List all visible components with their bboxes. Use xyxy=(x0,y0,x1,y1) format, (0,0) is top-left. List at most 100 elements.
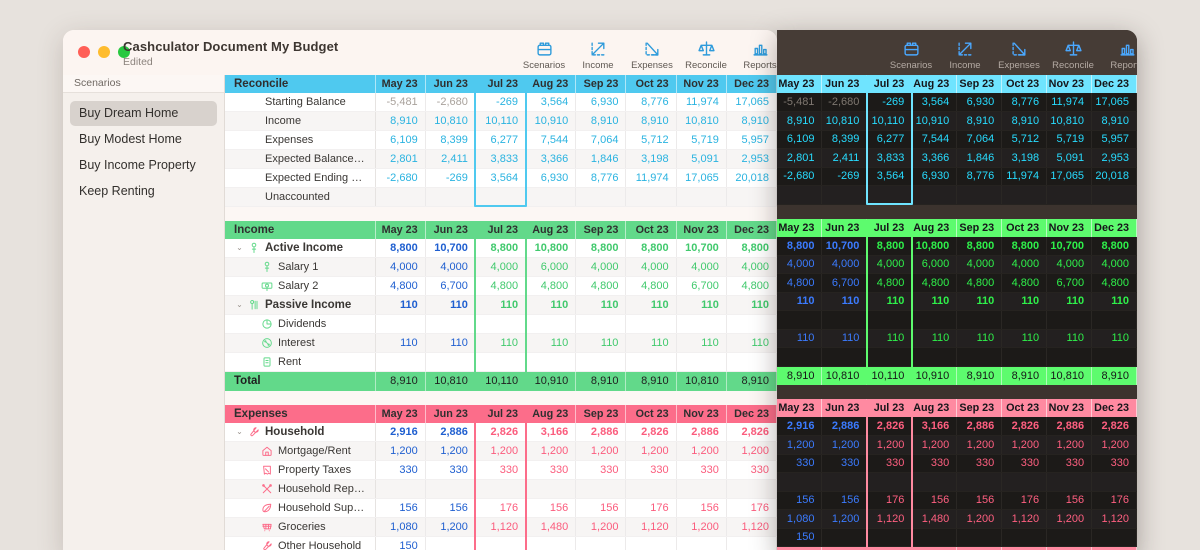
cell-jul-23[interactable]: 10,110 xyxy=(866,111,913,131)
column-header-nov-23[interactable]: Nov 23 xyxy=(1046,399,1093,417)
cell-may-23[interactable]: -5,481 xyxy=(777,93,823,112)
column-header-dec-23[interactable]: Dec 23 xyxy=(726,221,777,239)
cell-jul-23[interactable]: 3,564 xyxy=(866,167,913,186)
cell-jun-23[interactable]: 1,200 xyxy=(821,435,868,455)
table-row[interactable] xyxy=(777,185,1137,205)
cell-oct-23[interactable]: 11,974 xyxy=(1001,167,1048,186)
cell-jul-23[interactable]: 4,800 xyxy=(475,276,527,296)
cell-nov-23[interactable] xyxy=(1046,472,1093,492)
column-header-aug-23[interactable]: Aug 23 xyxy=(525,404,577,423)
cell-dec-23[interactable]: 2,826 xyxy=(1091,417,1137,436)
column-header-oct-23[interactable]: Oct 23 xyxy=(625,404,677,423)
cell-dec-23[interactable]: 110 xyxy=(1091,329,1137,348)
cell-may-23[interactable]: 2,801 xyxy=(777,148,823,168)
cell-sep-23[interactable] xyxy=(575,536,627,550)
cell-aug-23[interactable]: 110 xyxy=(911,292,958,311)
column-header-oct-23[interactable]: Oct 23 xyxy=(1001,75,1048,93)
cell-nov-23[interactable]: 110 xyxy=(1046,329,1093,348)
toolbar-item-expenses[interactable]: Expenses xyxy=(995,32,1043,71)
cell-dec-23[interactable]: 5,957 xyxy=(1091,130,1137,149)
cell-jun-23[interactable] xyxy=(821,472,868,492)
cell-may-23[interactable]: 110 xyxy=(375,295,426,315)
cell-aug-23[interactable]: 330 xyxy=(525,460,577,480)
cell-oct-23[interactable]: 11,974 xyxy=(625,168,677,188)
column-header-may-23[interactable]: May 23 xyxy=(375,221,426,239)
cell-jun-23[interactable]: 156 xyxy=(821,491,868,510)
cell-may-23[interactable]: 4,800 xyxy=(777,273,823,293)
cell-sep-23[interactable]: 330 xyxy=(956,454,1003,473)
column-header-sep-23[interactable]: Sep 23 xyxy=(575,75,627,93)
chevron-down-icon[interactable]: ⌄ xyxy=(234,423,245,441)
column-header-may-23[interactable]: May 23 xyxy=(375,404,426,423)
column-header-jul-23[interactable]: Jul 23 xyxy=(866,399,913,417)
cell-jul-23[interactable] xyxy=(475,187,527,207)
cell-aug-23[interactable]: 1,480 xyxy=(525,517,577,537)
cell-jul-23[interactable]: 110 xyxy=(866,292,913,311)
cell-may-23[interactable]: 330 xyxy=(375,460,426,480)
cell-oct-23[interactable] xyxy=(625,536,677,550)
cell-dec-23[interactable]: 1,200 xyxy=(726,441,777,461)
table-row[interactable] xyxy=(777,472,1137,492)
table-row[interactable]: Starting Balance -5,481 -2,680 -269 3,564 6,9… xyxy=(225,93,777,112)
cell-jun-23[interactable] xyxy=(425,536,476,550)
cell-dec-23[interactable]: 330 xyxy=(726,460,777,480)
cell-nov-23[interactable]: 110 xyxy=(676,295,727,315)
cell-jul-23[interactable]: 8,800 xyxy=(475,239,527,258)
cell-aug-23[interactable] xyxy=(525,314,577,334)
column-header-nov-23[interactable]: Nov 23 xyxy=(676,404,727,423)
spreadsheet-dark[interactable]: May 23 Jun 23 Jul 23 Aug 23 Sep 23 Oct 23 Nov … xyxy=(777,75,1137,550)
table-row[interactable]: ⌄ Active Income 8,800 10,700 8,800 10,800 8,80… xyxy=(225,239,777,258)
cell-dec-23[interactable] xyxy=(726,187,777,207)
cell-may-23[interactable] xyxy=(777,472,823,492)
cell-nov-23[interactable]: 10,810 xyxy=(1046,111,1093,131)
cell-may-23[interactable]: 2,916 xyxy=(375,422,426,442)
column-header-jul-23[interactable]: Jul 23 xyxy=(475,75,527,93)
cell-dec-23[interactable]: 176 xyxy=(726,498,777,518)
column-header-may-23[interactable]: May 23 xyxy=(777,218,823,237)
cell-dec-23[interactable]: 176 xyxy=(1091,491,1137,510)
table-row[interactable]: Household Supplies 156 156 176 156 156 176 156 1… xyxy=(225,498,777,518)
column-header-dec-23[interactable]: Dec 23 xyxy=(1091,75,1137,93)
cell-aug-23[interactable]: 110 xyxy=(525,295,577,315)
cell-sep-23[interactable]: 6,930 xyxy=(956,93,1003,112)
cell-jul-23[interactable]: -269 xyxy=(866,93,913,112)
cell-dec-23[interactable] xyxy=(1091,310,1137,330)
sidebar-item-keep-renting[interactable]: Keep Renting xyxy=(70,179,217,204)
cell-may-23[interactable]: 110 xyxy=(777,292,823,311)
cell-sep-23[interactable] xyxy=(575,187,627,207)
table-row[interactable]: 8,910 10,810 10,110 10,910 8,910 8,910 10,810 8… xyxy=(777,111,1137,131)
column-header-jul-23[interactable]: Jul 23 xyxy=(866,218,913,237)
table-row[interactable]: Income 8,910 10,810 10,110 10,910 8,910 8,910 1… xyxy=(225,111,777,131)
cell-nov-23[interactable] xyxy=(676,536,727,550)
cell-jul-23[interactable]: 4,000 xyxy=(475,257,527,277)
cell-oct-23[interactable] xyxy=(1001,347,1048,367)
cell-may-23[interactable]: 2,801 xyxy=(375,149,426,169)
cell-nov-23[interactable] xyxy=(1046,347,1093,367)
cell-sep-23[interactable]: 8,776 xyxy=(575,168,627,188)
column-header-sep-23[interactable]: Sep 23 xyxy=(956,399,1003,417)
cell-sep-23[interactable]: 1,200 xyxy=(575,517,627,537)
cell-jul-23[interactable]: 110 xyxy=(475,333,527,353)
cell-oct-23[interactable]: 110 xyxy=(1001,292,1048,311)
table-row[interactable] xyxy=(777,347,1137,367)
cell-jul-23[interactable]: 330 xyxy=(866,454,913,473)
sidebar-item-buy-modest-home[interactable]: Buy Modest Home xyxy=(70,127,217,152)
table-row[interactable]: Rent xyxy=(225,352,777,372)
cell-nov-23[interactable]: 17,065 xyxy=(676,168,727,188)
cell-nov-23[interactable]: 17,065 xyxy=(1046,167,1093,186)
cell-oct-23[interactable]: 110 xyxy=(1001,329,1048,348)
cell-nov-23[interactable]: 5,091 xyxy=(1046,148,1093,168)
cell-oct-23[interactable] xyxy=(625,187,677,207)
cell-nov-23[interactable]: 5,719 xyxy=(1046,130,1093,149)
cell-may-23[interactable]: 110 xyxy=(375,333,426,353)
cell-jul-23[interactable]: 2,826 xyxy=(866,417,913,436)
cell-jul-23[interactable]: 176 xyxy=(475,498,527,518)
chevron-down-icon[interactable]: ⌄ xyxy=(234,296,245,314)
cell-oct-23[interactable]: 8,776 xyxy=(1001,93,1048,112)
cell-jul-23[interactable]: 6,277 xyxy=(475,130,527,150)
cell-dec-23[interactable] xyxy=(726,314,777,334)
cell-sep-23[interactable]: 4,800 xyxy=(956,273,1003,293)
cell-may-23[interactable]: 156 xyxy=(375,498,426,518)
cell-jun-23[interactable]: 2,886 xyxy=(821,417,868,436)
cell-aug-23[interactable] xyxy=(911,528,958,547)
